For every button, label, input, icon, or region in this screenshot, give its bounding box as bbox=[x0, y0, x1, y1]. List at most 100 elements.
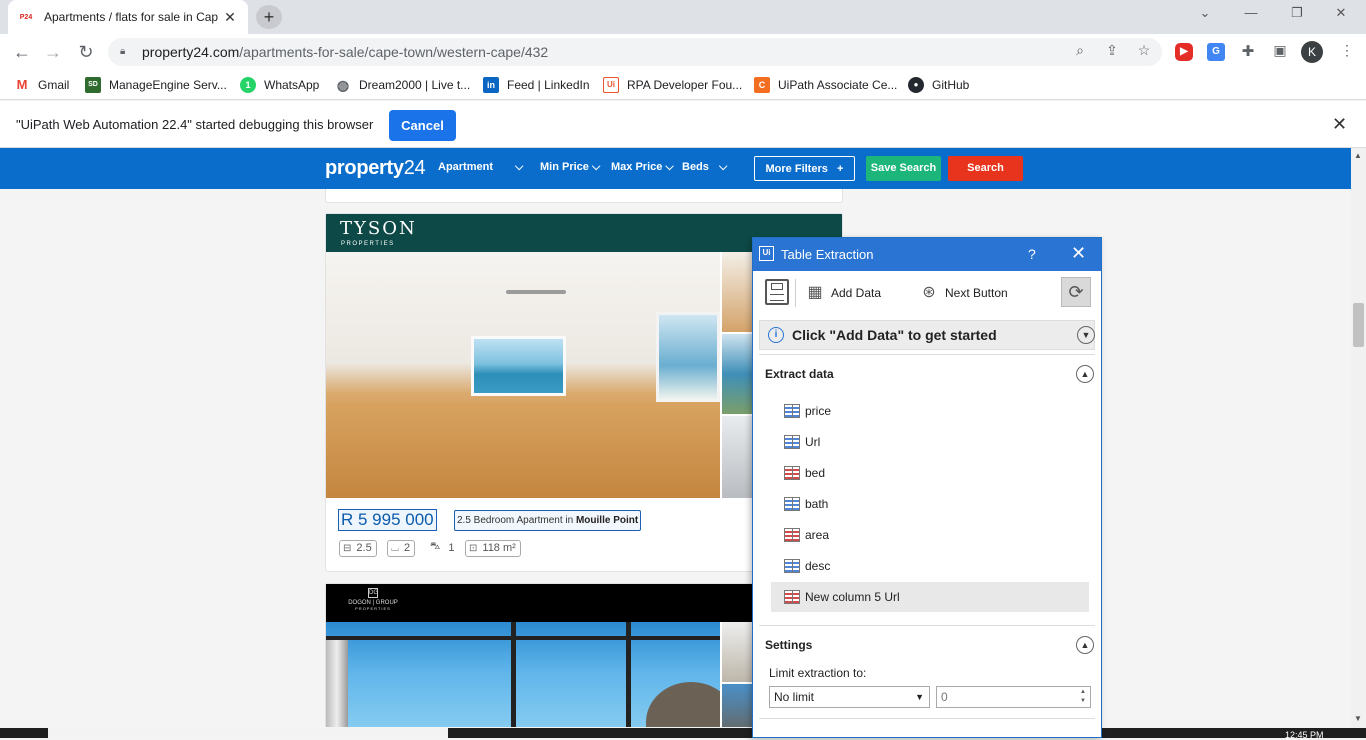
settings-heading: Settings bbox=[765, 638, 813, 652]
close-window-button[interactable]: ✕ bbox=[1326, 5, 1356, 25]
photo-frame bbox=[626, 622, 631, 727]
linkedin-icon: in bbox=[483, 77, 499, 93]
close-tab-icon[interactable]: ✕ bbox=[222, 9, 238, 26]
thumbnail[interactable] bbox=[722, 334, 753, 414]
taskbar: 12:45 PM bbox=[0, 728, 1366, 740]
listing-title-prefix: 2.5 Bedroom Apartment in bbox=[457, 515, 576, 526]
bookmark-uipath-associate[interactable]: C UiPath Associate Ce... bbox=[754, 76, 897, 94]
parking-feature: ⛍ 1 bbox=[430, 541, 454, 554]
chevron-down-icon[interactable]: ⌵ bbox=[719, 161, 727, 174]
scrollbar-thumb[interactable] bbox=[1353, 303, 1364, 347]
table-extraction-titlebar[interactable]: Ui Table Extraction ? ✕ bbox=[753, 238, 1101, 271]
translate-extension-icon[interactable]: G bbox=[1207, 43, 1225, 61]
toolbar-divider bbox=[795, 279, 796, 307]
listing-title[interactable]: 2.5 Bedroom Apartment in Mouille Point bbox=[454, 510, 642, 531]
property24-logo[interactable]: property24 bbox=[325, 157, 426, 180]
side-panel-icon[interactable]: ▣ bbox=[1270, 42, 1290, 62]
search-button[interactable]: Search bbox=[948, 156, 1023, 181]
thumbnail[interactable] bbox=[722, 622, 753, 682]
help-icon[interactable]: ? bbox=[1028, 246, 1036, 262]
bookmark-github[interactable]: ● GitHub bbox=[908, 76, 969, 94]
bookmark-rpa-developer[interactable]: Ui RPA Developer Fou... bbox=[603, 76, 742, 94]
listing-card-previous[interactable] bbox=[325, 189, 843, 203]
menu-kebab-icon[interactable]: ⋮ bbox=[1337, 42, 1357, 62]
extract-column-item-selected[interactable]: New column 5 Url bbox=[771, 582, 1089, 612]
extract-column-item[interactable]: price bbox=[771, 397, 1089, 425]
more-filters-label: More Filters bbox=[765, 163, 828, 175]
listing-price[interactable]: R 5 995 000 bbox=[338, 509, 437, 531]
min-price-dropdown[interactable]: Min Price ⌵ bbox=[540, 161, 600, 174]
bath-icon: ⌴ bbox=[391, 543, 399, 554]
next-button-button[interactable]: ⊛ Next Button bbox=[919, 281, 1008, 305]
table-extraction-panel: Ui Table Extraction ? ✕ ▦ Add Data ⊛ Nex… bbox=[752, 237, 1102, 738]
max-price-dropdown[interactable]: Max Price ⌵ bbox=[611, 161, 674, 174]
listing-main-photo[interactable] bbox=[326, 622, 720, 727]
chevron-up-icon[interactable]: ▲ bbox=[1076, 365, 1094, 383]
taskbar-search[interactable] bbox=[48, 728, 448, 738]
thumbnail[interactable] bbox=[722, 252, 753, 332]
bookmark-manageengine[interactable]: SD ManageEngine Serv... bbox=[85, 76, 227, 94]
share-icon[interactable]: ⇪ bbox=[1102, 42, 1122, 62]
scroll-up-icon[interactable]: ▲ bbox=[1354, 151, 1362, 160]
spinner-icon[interactable]: ▲ ▼ bbox=[1080, 688, 1086, 706]
limit-count-input[interactable]: 0 ▲ ▼ bbox=[936, 686, 1091, 708]
back-arrow-icon[interactable]: ← bbox=[9, 39, 35, 65]
extract-column-item[interactable]: bed bbox=[771, 459, 1089, 487]
save-icon[interactable] bbox=[765, 279, 789, 305]
get-started-banner[interactable]: i Click "Add Data" to get started ▼ bbox=[759, 320, 1095, 350]
next-arrow-icon: ⊛ bbox=[922, 284, 936, 301]
browser-tab[interactable]: P24 Apartments / flats for sale in Cap ✕ bbox=[8, 0, 248, 34]
limit-extraction-select[interactable]: No limit ▼ bbox=[769, 686, 930, 708]
scroll-down-icon[interactable]: ▼ bbox=[1354, 714, 1362, 723]
page-scrollbar[interactable]: ▲ ▼ bbox=[1351, 148, 1366, 728]
extract-column-item[interactable]: desc bbox=[771, 552, 1089, 580]
chevron-down-icon[interactable]: ⌵ bbox=[515, 161, 523, 174]
photo-frame bbox=[511, 622, 516, 727]
cancel-debugging-button[interactable]: Cancel bbox=[389, 110, 456, 141]
save-search-button[interactable]: Save Search bbox=[866, 156, 941, 181]
reload-icon[interactable]: ↻ bbox=[73, 39, 99, 65]
agency-logo: TYSON bbox=[340, 218, 417, 239]
refresh-preview-icon[interactable]: ⟳ bbox=[1061, 277, 1091, 307]
debugging-message: "UiPath Web Automation 22.4" started deb… bbox=[16, 117, 374, 132]
restore-button[interactable]: ❐ bbox=[1282, 5, 1312, 25]
thumbnail[interactable] bbox=[722, 684, 753, 727]
min-price-label: Min Price bbox=[540, 161, 589, 173]
profile-avatar[interactable]: K bbox=[1301, 41, 1323, 63]
bookmark-dream2000[interactable]: ◍ Dream2000 | Live t... bbox=[335, 76, 470, 94]
tab-search-icon[interactable]: ⌄ bbox=[1190, 5, 1220, 25]
chevron-down-icon[interactable]: ▼ bbox=[1077, 326, 1095, 344]
address-bar[interactable]: 🔒︎ property24.com/apartments-for-sale/ca… bbox=[108, 38, 1162, 66]
extract-column-item[interactable]: area bbox=[771, 521, 1089, 549]
photo-window bbox=[471, 336, 566, 396]
banner-text: Click "Add Data" to get started bbox=[792, 327, 997, 343]
extract-column-item[interactable]: Url bbox=[771, 428, 1089, 456]
zoom-icon[interactable]: ⌕ bbox=[1070, 42, 1090, 62]
column-name: bed bbox=[805, 466, 826, 480]
close-infobar-icon[interactable]: ✕ bbox=[1332, 114, 1347, 135]
photo-window-right bbox=[656, 312, 720, 402]
listing-main-photo[interactable] bbox=[326, 252, 720, 498]
info-icon: i bbox=[768, 327, 784, 343]
forward-arrow-icon[interactable]: → bbox=[40, 39, 66, 65]
chevron-up-icon[interactable]: ▲ bbox=[1076, 636, 1094, 654]
uipath-c-icon: C bbox=[754, 77, 770, 93]
new-tab-button[interactable]: + bbox=[256, 5, 282, 29]
close-panel-icon[interactable]: ✕ bbox=[1071, 243, 1086, 264]
property-type-dropdown[interactable]: Apartment bbox=[438, 161, 493, 173]
bathrooms-value: 2 bbox=[404, 542, 411, 554]
thumbnail[interactable] bbox=[722, 416, 753, 498]
minimize-button[interactable]: — bbox=[1236, 5, 1266, 25]
bookmark-whatsapp[interactable]: 1 WhatsApp bbox=[240, 76, 319, 94]
bookmark-gmail[interactable]: M Gmail bbox=[14, 76, 70, 94]
beds-dropdown[interactable]: Beds bbox=[682, 161, 709, 173]
more-filters-button[interactable]: More Filters + bbox=[754, 156, 855, 181]
extensions-puzzle-icon[interactable]: ✚ bbox=[1238, 42, 1258, 62]
bookmark-linkedin[interactable]: in Feed | LinkedIn bbox=[483, 76, 590, 94]
plus-icon: + bbox=[837, 163, 844, 175]
extract-column-item[interactable]: bath bbox=[771, 490, 1089, 518]
add-data-button[interactable]: ▦ Add Data bbox=[805, 281, 881, 305]
bookmark-star-icon[interactable]: ☆ bbox=[1134, 42, 1154, 62]
youtube-extension-icon[interactable]: ▶ bbox=[1175, 43, 1193, 61]
next-button-label: Next Button bbox=[945, 286, 1008, 300]
